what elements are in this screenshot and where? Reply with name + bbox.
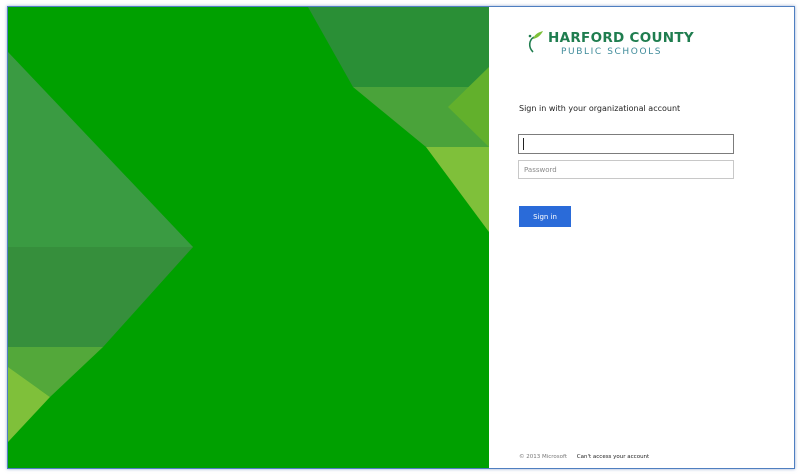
geometric-background-illustration [8,7,489,468]
organization-logo: HARFORD COUNTY PUBLIC SCHOOLS [526,29,726,63]
signin-panel: HARFORD COUNTY PUBLIC SCHOOLS Sign in wi… [489,7,794,468]
signin-button[interactable]: Sign in [519,206,571,227]
signin-heading: Sign in with your organizational account [519,104,681,113]
password-input[interactable] [518,160,734,179]
cant-access-account-link[interactable]: Can't access your account [577,454,649,460]
illustration-panel [8,7,489,468]
text-cursor [523,138,524,150]
login-window: HARFORD COUNTY PUBLIC SCHOOLS Sign in wi… [7,6,795,469]
hcps-flame-logo-icon [528,31,543,53]
footer: © 2013 Microsoft Can't access your accou… [519,454,649,460]
username-input[interactable] [518,134,734,154]
logo-text-line1: HARFORD COUNTY [548,30,694,46]
copyright-text: © 2013 Microsoft [519,454,568,460]
logo-text-line2: PUBLIC SCHOOLS [561,47,663,57]
